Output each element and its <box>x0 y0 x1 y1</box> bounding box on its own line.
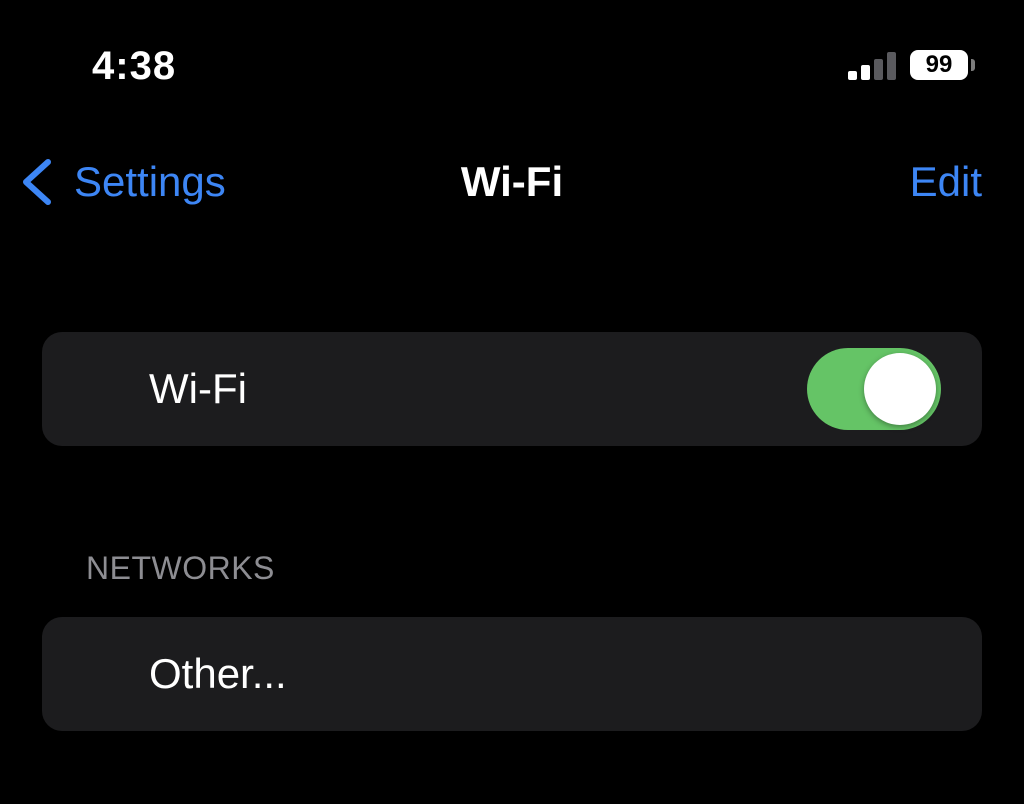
signal-bar <box>861 65 870 80</box>
signal-bar <box>887 52 896 80</box>
signal-bar <box>874 59 883 80</box>
status-time: 4:38 <box>92 44 177 88</box>
battery-icon: 99 <box>910 50 968 80</box>
edit-button[interactable]: Edit <box>910 152 982 212</box>
network-item-other[interactable]: Other... <box>42 617 982 731</box>
cellular-signal-icon <box>848 52 898 80</box>
wifi-label: Wi-Fi <box>149 365 247 412</box>
battery-cap <box>971 59 975 71</box>
back-button-label: Settings <box>74 158 226 205</box>
networks-section-header: NETWORKS <box>86 550 275 586</box>
back-button[interactable]: Settings <box>20 152 226 212</box>
network-item-label: Other... <box>149 650 287 697</box>
wifi-toggle[interactable] <box>807 348 941 430</box>
toggle-knob <box>864 353 936 425</box>
battery-level: 99 <box>925 51 953 78</box>
wifi-toggle-row: Wi-Fi <box>42 332 982 446</box>
chevron-left-icon <box>23 159 51 205</box>
signal-bar <box>848 71 857 80</box>
